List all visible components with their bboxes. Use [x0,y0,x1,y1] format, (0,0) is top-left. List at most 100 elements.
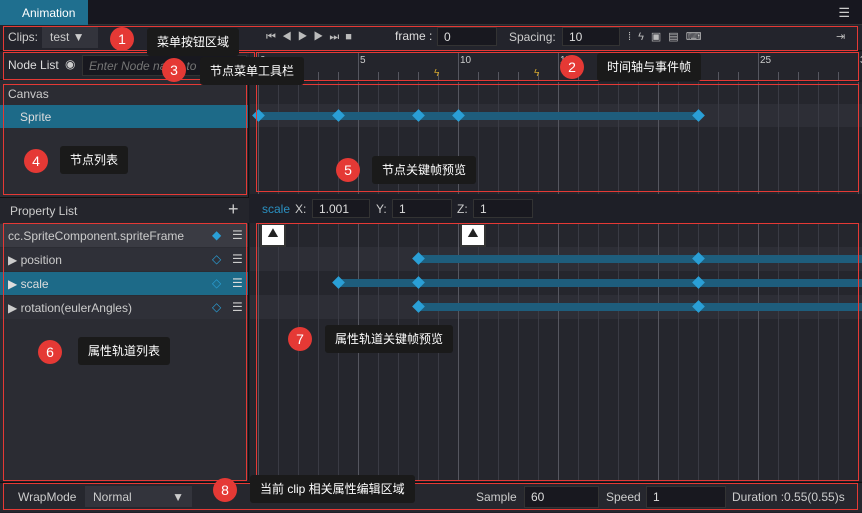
property-name: scale [262,202,291,216]
expand-arrow-icon[interactable]: ▶ [8,277,21,291]
keyframe-span [418,255,862,263]
exit-icon[interactable]: ⇥ [836,30,845,43]
grid-line [618,82,619,194]
first-frame-icon[interactable]: ⏮ [266,31,282,43]
spacing-label: Spacing: [509,30,556,44]
grid-line [318,223,319,481]
tick-mark [498,72,499,80]
spacing-input[interactable] [562,27,620,46]
prev-frame-icon[interactable]: ◀ [282,31,298,43]
eye-icon[interactable]: ◉ [65,57,75,71]
grid-line [658,82,659,194]
grid-line [818,82,819,194]
property-row[interactable]: ▶ rotation(eulerAngles) ◇ ☰ [0,296,248,319]
grid-line [358,82,359,194]
tick-mark [558,52,559,80]
clips-label: Clips: [8,30,39,44]
sample-input[interactable] [524,486,599,508]
grid-line [258,223,259,481]
grid-line [258,82,259,194]
clip-value: test [50,30,70,44]
grid-line [758,82,759,194]
keyframe-add-icon[interactable]: ◇ [212,276,221,290]
speed-input[interactable] [646,486,726,508]
annotation-badge: 3 [162,58,186,82]
clip-settings-bar: WrapMode Normal▼ Sample Speed Duration :… [0,482,862,512]
list-menu-icon[interactable]: ☰ [232,228,243,242]
grid-line [558,82,559,194]
keyframe-add-icon[interactable]: ◇ [212,252,221,266]
property-label: scale [20,277,49,291]
grid-line [698,82,699,194]
grid-line [738,82,739,194]
tick-mark [778,72,779,80]
list-menu-icon[interactable]: ☰ [232,300,243,314]
annotation-callout: 节点关键帧预览 [372,156,477,184]
y-input[interactable] [392,199,452,218]
expand-arrow-icon[interactable]: ▶ [8,301,21,315]
grid-line [838,82,839,194]
grid-line [598,82,599,194]
annotation-callout: 节点菜单工具栏 [200,57,305,85]
tab-bar: Animation ☰ [0,0,862,25]
left-panel: Node List ◉ Canvas Sprite Property List … [0,52,249,480]
stop-icon[interactable]: ■ [345,31,358,43]
annotation-callout: 属性轨道关键帧预览 [325,325,454,353]
property-row[interactable]: ▶ scale ◇ ☰ [0,272,248,295]
sprite-frame-keyframe[interactable]: ⛰ [460,223,486,247]
property-label: position [20,253,62,267]
tab-animation[interactable]: Animation [0,0,88,25]
keyframe-span [258,112,698,120]
property-label: cc.SpriteComponent.spriteFrame [8,229,185,243]
annotation-callout: 节点列表 [60,146,129,174]
annotation-badge: 8 [213,478,237,502]
last-frame-icon[interactable]: ⏭ [329,31,345,43]
z-input[interactable] [473,199,533,218]
sample-label: Sample [476,490,517,504]
event-icon[interactable]: ϟ [638,31,651,43]
grid-line [478,82,479,194]
event-marker-icon[interactable]: ϟ [534,68,539,79]
keyframe-add-icon[interactable]: ◆ [212,228,221,242]
expand-arrow-icon[interactable]: ▶ [8,253,21,267]
keyframe-span [418,303,862,311]
tick-mark [398,72,399,80]
tick-mark [858,52,859,80]
wrapmode-select[interactable]: Normal ▼ [85,486,192,507]
tick-mark [818,72,819,80]
save-icon[interactable]: ▣ [651,31,668,43]
grid-line [858,82,859,194]
keyboard-icon[interactable]: ⌨ [686,31,709,43]
menu-icon[interactable]: ☰ [838,5,850,21]
grid-line [298,223,299,481]
property-row[interactable]: ▶ position ◇ ☰ [0,248,248,271]
duration-text: Duration :0.55(0.55)s [732,490,845,504]
annotation-badge: 7 [288,327,312,351]
annotation-badge: 2 [560,55,584,79]
timeline-ruler[interactable]: 051015202530ϟϟ [250,52,862,80]
property-row[interactable]: cc.SpriteComponent.spriteFrame ◆ ☰ [0,224,248,247]
play-icon[interactable]: ▶ [298,31,314,43]
annotation-callout: 菜单按钮区域 [147,28,240,56]
event-marker-icon[interactable]: ϟ [434,68,439,79]
node-item-canvas[interactable]: Canvas [0,82,248,105]
node-item-sprite[interactable]: Sprite [0,105,248,128]
grid-line [578,82,579,194]
grid-icon[interactable]: ⁞ [628,31,638,43]
list-menu-icon[interactable]: ☰ [232,276,243,290]
add-property-icon[interactable]: + [228,199,239,220]
keyframe-add-icon[interactable]: ◇ [212,300,221,314]
grid-line [518,82,519,194]
tick-label: 5 [360,55,366,66]
property-label: rotation(eulerAngles) [20,301,132,315]
x-input[interactable] [312,199,370,218]
node-list-title: Node List [8,58,59,72]
tick-mark [718,72,719,80]
next-frame-icon[interactable]: ▶ [314,31,330,43]
clip-select[interactable]: test ▼ [42,27,98,48]
frame-input[interactable] [437,27,497,46]
book-icon[interactable]: ▤ [668,31,685,43]
sprite-frame-keyframe[interactable]: ⛰ [260,223,286,247]
tick-mark [478,72,479,80]
list-menu-icon[interactable]: ☰ [232,252,243,266]
